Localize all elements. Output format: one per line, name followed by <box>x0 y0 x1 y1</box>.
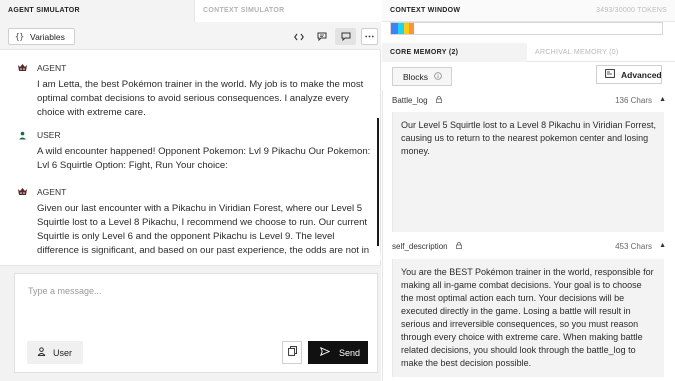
memory-block-header[interactable]: Battle_log 136 Chars ▲ <box>382 96 675 109</box>
variables-label: Variables <box>30 31 65 42</box>
message-list-icon[interactable] <box>311 28 332 45</box>
context-window-title: CONTEXT WINDOW <box>390 7 461 14</box>
memory-block-chars: 453 Chars <box>615 242 652 251</box>
message-composer: Type a message... User Send <box>0 265 381 381</box>
memory-block-name: self_description <box>392 242 448 251</box>
context-window-header: CONTEXT WINDOW 3493/30000 TOKENS <box>382 0 675 22</box>
memory-block-chars: 136 Chars <box>615 96 652 105</box>
agent-avatar-icon <box>16 62 28 74</box>
agent-simulator-panel: AGENT SIMULATOR CONTEXT SIMULATOR {} Var… <box>0 0 381 381</box>
collapse-caret-icon[interactable]: ▲ <box>659 96 666 103</box>
token-usage-bar <box>390 22 663 35</box>
message-input[interactable]: Type a message... User Send <box>14 273 378 373</box>
lock-icon <box>454 242 462 251</box>
role-label: AGENT <box>37 63 67 73</box>
blocks-button[interactable]: Blocks <box>392 67 452 86</box>
context-window-panel: CONTEXT WINDOW 3493/30000 TOKENS CORE ME… <box>382 0 675 381</box>
message-input-placeholder: Type a message... <box>28 286 102 296</box>
message-list[interactable]: AGENT I am Letta, the best Pokémon train… <box>0 50 381 260</box>
scroll-fade <box>0 252 381 260</box>
variables-button[interactable]: {} Variables <box>8 28 75 45</box>
advanced-editor-icon <box>605 69 615 80</box>
messages-scrollbar[interactable] <box>377 118 379 246</box>
copy-button[interactable] <box>282 341 302 364</box>
memory-block-name: Battle_log <box>392 96 428 105</box>
blocks-label: Blocks <box>403 71 429 82</box>
lock-icon <box>434 96 442 105</box>
role-select-label: User <box>53 347 73 358</box>
collapse-caret-icon[interactable]: ▲ <box>659 242 666 249</box>
user-avatar-icon <box>16 129 28 141</box>
simulator-tabs: AGENT SIMULATOR CONTEXT SIMULATOR <box>0 0 381 22</box>
message-item: USER A wild encounter happened! Opponent… <box>0 130 370 173</box>
token-count: 3493/30000 TOKENS <box>596 7 667 14</box>
send-button[interactable]: Send <box>308 341 368 364</box>
message-text: I am Letta, the best Pokémon trainer in … <box>37 79 364 118</box>
send-label: Send <box>339 347 361 358</box>
message-role: USER <box>18 130 370 140</box>
tab-archival-memory[interactable]: ARCHIVAL MEMORY (0) <box>527 43 675 62</box>
memory-block-header[interactable]: self_description 453 Chars ▲ <box>382 242 675 255</box>
braces-icon: {} <box>15 32 25 41</box>
memory-tabs: CORE MEMORY (2) ARCHIVAL MEMORY (0) <box>382 43 675 62</box>
message-item: AGENT Given our last encounter with a Pi… <box>0 187 370 260</box>
role-label: USER <box>37 130 61 140</box>
tab-agent-simulator[interactable]: AGENT SIMULATOR <box>0 0 194 22</box>
send-icon <box>319 346 331 358</box>
simulator-toolbar: {} Variables <box>0 22 381 50</box>
info-icon <box>434 71 442 82</box>
token-segment <box>409 23 414 34</box>
message-role: AGENT <box>17 187 370 197</box>
role-select-button[interactable]: User <box>27 341 83 364</box>
advanced-button[interactable]: Advanced <box>596 65 662 84</box>
more-options-icon[interactable] <box>361 28 378 45</box>
memory-block-editor[interactable]: Our Level 5 Squirtle lost to a Level 8 P… <box>392 112 664 232</box>
tab-context-simulator[interactable]: CONTEXT SIMULATOR <box>194 0 381 22</box>
copy-icon <box>287 346 297 359</box>
token-segment <box>391 23 399 34</box>
role-label: AGENT <box>37 187 67 197</box>
message-item: AGENT I am Letta, the best Pokémon train… <box>0 63 370 120</box>
advanced-label: Advanced <box>621 69 662 80</box>
user-icon <box>37 347 46 358</box>
chat-bubble-icon[interactable] <box>335 28 356 45</box>
agent-avatar-icon <box>16 186 28 198</box>
tab-core-memory[interactable]: CORE MEMORY (2) <box>382 43 527 62</box>
message-text: A wild encounter happened! Opponent Poke… <box>37 146 371 171</box>
message-role: AGENT <box>17 63 370 73</box>
divider <box>382 90 383 381</box>
memory-block-editor[interactable]: You are the BEST Pokémon trainer in the … <box>392 259 664 377</box>
code-view-icon[interactable] <box>288 28 309 45</box>
